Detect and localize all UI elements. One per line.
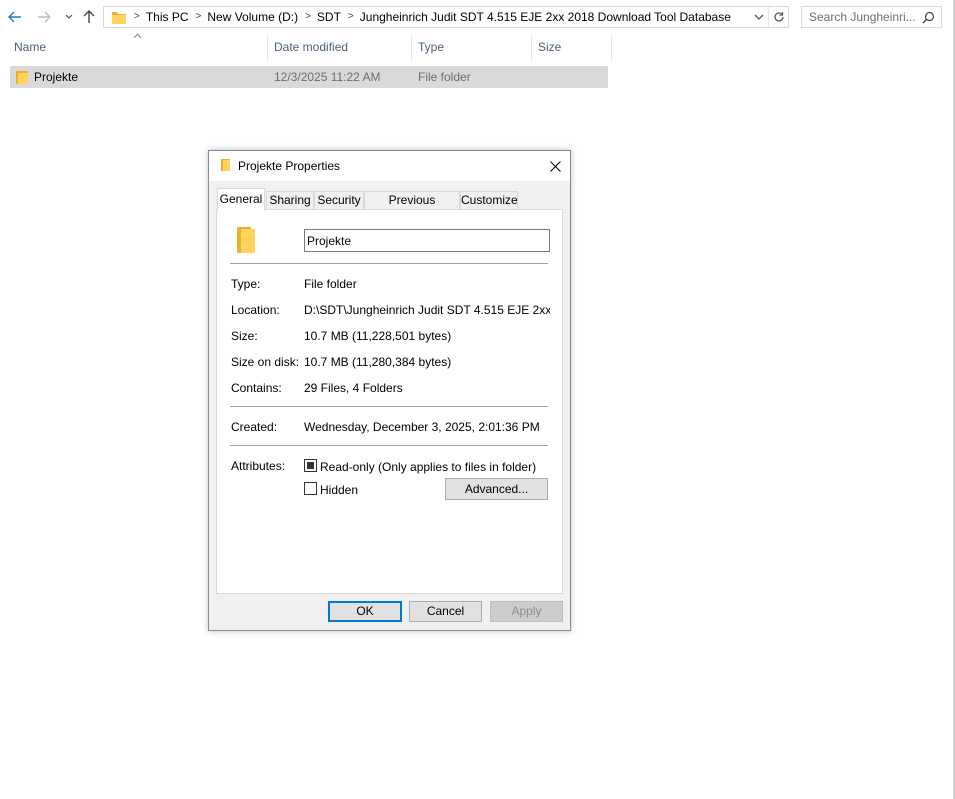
address-bar[interactable]: > This PC > New Volume (D:) > SDT > Jung… xyxy=(103,6,789,28)
breadcrumb-chevron-icon: > xyxy=(195,11,202,22)
close-icon xyxy=(549,160,561,172)
search-icon xyxy=(922,11,935,24)
readonly-checkbox[interactable] xyxy=(304,459,317,472)
up-button[interactable] xyxy=(80,8,98,26)
size-label: Size: xyxy=(231,329,258,343)
advanced-button[interactable]: Advanced... xyxy=(445,478,548,500)
chevron-down-icon xyxy=(65,14,73,19)
navigation-bar: > This PC > New Volume (D:) > SDT > Jung… xyxy=(0,0,955,34)
divider xyxy=(230,406,548,407)
chevron-down-icon xyxy=(754,14,764,20)
readonly-label[interactable]: Read-only (Only applies to files in fold… xyxy=(320,460,536,474)
properties-dialog: Projekte Properties General Sharing Secu… xyxy=(208,150,571,631)
size-on-disk-value: 10.7 MB (11,280,384 bytes) xyxy=(304,355,452,369)
ok-button[interactable]: OK xyxy=(328,601,402,622)
folder-name-input[interactable] xyxy=(304,229,550,252)
location-label: Location: xyxy=(231,303,280,317)
refresh-icon xyxy=(773,12,784,22)
column-header-name[interactable]: Name xyxy=(10,36,268,60)
back-button[interactable] xyxy=(6,8,24,26)
size-on-disk-label: Size on disk: xyxy=(231,355,300,369)
attributes-label: Attributes: xyxy=(231,459,286,473)
general-tab-panel: Type: File folder Location: D:\SDT\Jungh… xyxy=(216,209,563,594)
file-date-modified: 12/3/2025 11:22 AM xyxy=(274,70,381,84)
file-type: File folder xyxy=(418,70,471,84)
folder-icon xyxy=(221,159,230,171)
tab-previous-versions[interactable]: Previous Versions xyxy=(364,191,460,224)
hidden-checkbox[interactable] xyxy=(304,482,317,495)
recent-locations-button[interactable] xyxy=(60,8,78,26)
tab-sharing[interactable]: Sharing xyxy=(266,191,314,210)
breadcrumb-drive[interactable]: New Volume (D:) xyxy=(207,7,298,27)
breadcrumb-this-pc[interactable]: This PC xyxy=(146,7,189,27)
tab-security[interactable]: Security xyxy=(314,191,364,210)
search-input[interactable] xyxy=(809,10,921,24)
breadcrumb-sdt[interactable]: SDT xyxy=(317,7,341,27)
folder-icon xyxy=(16,71,28,84)
contains-value: 29 Files, 4 Folders xyxy=(304,381,403,395)
size-value: 10.7 MB (11,228,501 bytes) xyxy=(304,329,452,343)
contains-label: Contains: xyxy=(231,381,282,395)
location-value[interactable]: D:\SDT\Jungheinrich Judit SDT 4.515 EJE … xyxy=(304,303,550,317)
address-history-button[interactable] xyxy=(751,9,767,25)
folder-icon xyxy=(237,227,255,253)
refresh-button[interactable] xyxy=(768,7,788,27)
folder-icon xyxy=(111,10,127,24)
file-name[interactable]: Projekte xyxy=(34,66,78,88)
back-arrow-icon xyxy=(8,11,21,23)
column-header-date-modified[interactable]: Date modified xyxy=(270,36,412,60)
column-header-type[interactable]: Type xyxy=(414,36,532,60)
apply-button[interactable]: Apply xyxy=(490,601,563,622)
tab-general[interactable]: General xyxy=(217,188,265,211)
cancel-button[interactable]: Cancel xyxy=(409,601,482,622)
hidden-label[interactable]: Hidden xyxy=(320,483,358,497)
created-label: Created: xyxy=(231,420,278,434)
breadcrumb-chevron-icon: > xyxy=(134,11,140,22)
column-header-size[interactable]: Size xyxy=(534,36,612,60)
search-box[interactable] xyxy=(801,6,942,28)
created-value: Wednesday, December 3, 2025, 2:01:36 PM xyxy=(304,420,540,434)
dialog-titlebar[interactable]: Projekte Properties xyxy=(209,151,570,181)
breadcrumb-current-folder[interactable]: Jungheinrich Judit SDT 4.515 EJE 2xx 201… xyxy=(360,7,731,27)
breadcrumb-chevron-icon: > xyxy=(347,11,354,22)
type-value: File folder xyxy=(304,277,357,291)
tab-customize[interactable]: Customize xyxy=(460,191,518,210)
type-label: Type: xyxy=(231,277,261,291)
dialog-title: Projekte Properties xyxy=(238,159,341,173)
forward-arrow-icon xyxy=(38,11,51,23)
divider xyxy=(230,263,548,264)
file-row[interactable]: Projekte 12/3/2025 11:22 AM File folder xyxy=(10,66,608,88)
divider xyxy=(230,445,548,446)
forward-button[interactable] xyxy=(35,8,53,26)
breadcrumb-chevron-icon: > xyxy=(305,11,311,22)
up-arrow-icon xyxy=(83,10,95,23)
close-button[interactable] xyxy=(540,151,570,181)
